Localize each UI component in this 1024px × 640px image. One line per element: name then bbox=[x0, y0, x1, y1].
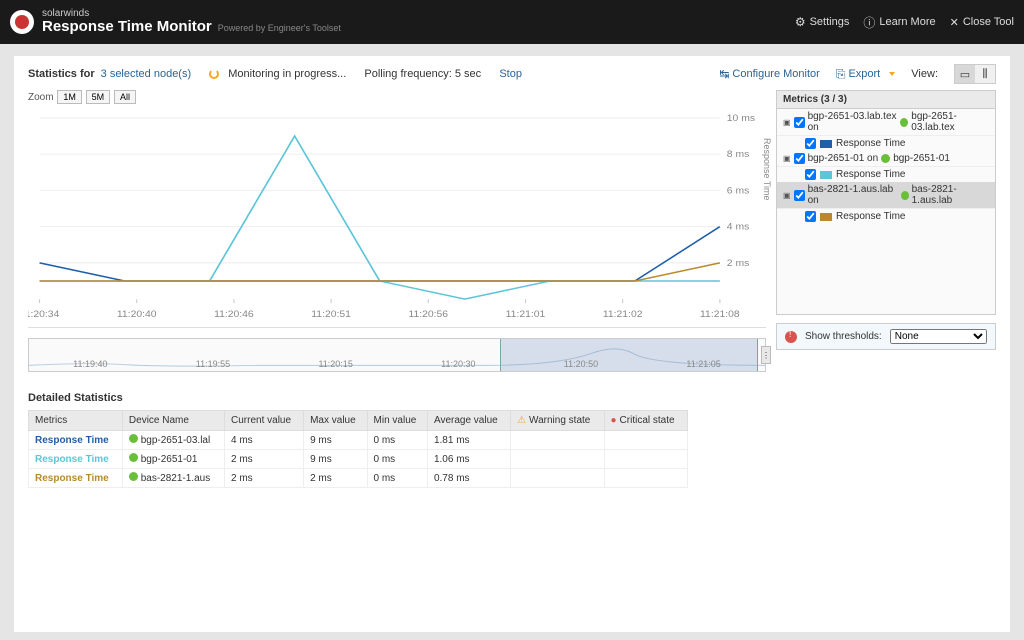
svg-text:11:20:51: 11:20:51 bbox=[311, 310, 351, 320]
brand-title: Response Time Monitor bbox=[42, 19, 212, 36]
svg-text:11:21:08: 11:21:08 bbox=[700, 310, 740, 320]
collapse-icon[interactable]: ▣ bbox=[783, 154, 791, 163]
table-header[interactable]: Max value bbox=[304, 411, 367, 431]
thresholds-bar: Show thresholds: None bbox=[776, 323, 996, 350]
brand-block: solarwinds Response Time Monitor Powered… bbox=[42, 8, 341, 36]
metric-link[interactable]: Response Time bbox=[35, 473, 109, 484]
collapse-icon[interactable]: ▣ bbox=[783, 118, 791, 127]
collapse-icon[interactable]: ▣ bbox=[783, 191, 791, 200]
table-header[interactable]: Warning state bbox=[511, 411, 604, 431]
svg-text:11:20:34: 11:20:34 bbox=[28, 310, 60, 320]
stop-link[interactable]: Stop bbox=[499, 68, 522, 80]
status-up-icon bbox=[129, 453, 138, 462]
chevron-down-icon bbox=[889, 72, 895, 76]
table-header[interactable]: Average value bbox=[427, 411, 510, 431]
settings-link[interactable]: Settings bbox=[795, 15, 850, 29]
brand-subtitle: Powered by Engineer's Toolset bbox=[218, 24, 341, 34]
stats-for-label: Statistics for bbox=[28, 68, 95, 80]
export-button[interactable]: Export bbox=[836, 67, 895, 82]
details-title: Detailed Statistics bbox=[28, 392, 996, 404]
svg-text:8 ms: 8 ms bbox=[727, 150, 750, 160]
zoom-controls: Zoom 1M 5M All bbox=[28, 90, 766, 104]
node-checkbox[interactable] bbox=[794, 190, 805, 201]
table-row: Response Time bgp-2651-012 ms9 ms0 ms1.0… bbox=[29, 450, 688, 469]
thresholds-label: Show thresholds: bbox=[805, 331, 882, 342]
details-table: MetricsDevice NameCurrent valueMax value… bbox=[28, 410, 688, 488]
metrics-metric-row[interactable]: Response Time bbox=[777, 136, 995, 151]
polling-frequency: Polling frequency: 5 sec bbox=[364, 68, 481, 80]
stats-toolbar: Statistics for 3 selected node(s) Monito… bbox=[28, 64, 996, 84]
response-time-chart[interactable]: 10 ms 8 ms 6 ms 4 ms 2 ms 11:20:34 11:20:40 11:… bbox=[28, 108, 766, 328]
svg-text:2 ms: 2 ms bbox=[727, 258, 750, 268]
status-up-icon bbox=[129, 472, 138, 481]
metrics-panel: Metrics (3 / 3) ▣bgp-2651-03.lab.tex on … bbox=[776, 90, 996, 315]
svg-text:10 ms: 10 ms bbox=[727, 114, 755, 124]
table-header[interactable]: Metrics bbox=[29, 411, 123, 431]
selected-nodes-link[interactable]: 3 selected node(s) bbox=[101, 68, 192, 80]
view-chart-button[interactable]: ▭ bbox=[955, 65, 975, 83]
series-color-swatch bbox=[820, 140, 832, 148]
svg-text:4 ms: 4 ms bbox=[727, 222, 750, 232]
close-tool-link[interactable]: Close Tool bbox=[950, 16, 1014, 29]
metric-link[interactable]: Response Time bbox=[35, 454, 109, 465]
metric-checkbox[interactable] bbox=[805, 169, 816, 180]
titlebar: solarwinds Response Time Monitor Powered… bbox=[0, 0, 1024, 44]
zoom-5m-button[interactable]: 5M bbox=[86, 90, 111, 104]
view-label: View: bbox=[911, 68, 938, 80]
node-checkbox[interactable] bbox=[794, 117, 805, 128]
metric-checkbox[interactable] bbox=[805, 138, 816, 149]
svg-text:11:20:46: 11:20:46 bbox=[214, 310, 254, 320]
svg-text:11:20:56: 11:20:56 bbox=[408, 310, 448, 320]
svg-text:11:20:40: 11:20:40 bbox=[117, 310, 157, 320]
monitoring-status: Monitoring in progress... bbox=[228, 68, 346, 80]
learn-more-link[interactable]: Learn More bbox=[863, 14, 935, 31]
threshold-warning-icon bbox=[785, 331, 797, 343]
table-header[interactable]: Min value bbox=[367, 411, 427, 431]
zoom-all-button[interactable]: All bbox=[114, 90, 136, 104]
metric-link[interactable]: Response Time bbox=[35, 435, 109, 446]
table-row: Response Time bas-2821-1.aus2 ms2 ms0 ms… bbox=[29, 469, 688, 488]
svg-text:6 ms: 6 ms bbox=[727, 186, 750, 196]
app-logo bbox=[10, 10, 34, 34]
metrics-node-row[interactable]: ▣bgp-2651-03.lab.tex on bgp-2651-03.lab.… bbox=[777, 109, 995, 136]
status-up-icon bbox=[900, 118, 908, 127]
metric-checkbox[interactable] bbox=[805, 211, 816, 222]
thresholds-select[interactable]: None bbox=[890, 329, 987, 344]
svg-text:11:21:01: 11:21:01 bbox=[506, 310, 546, 320]
zoom-1m-button[interactable]: 1M bbox=[57, 90, 82, 104]
status-up-icon bbox=[901, 191, 909, 200]
table-header[interactable]: Critical state bbox=[604, 411, 688, 431]
range-handle-right[interactable]: ⋮ bbox=[761, 346, 771, 364]
progress-spinner-icon bbox=[209, 69, 219, 79]
series-color-swatch bbox=[820, 213, 832, 221]
status-up-icon bbox=[881, 154, 890, 163]
metrics-metric-row[interactable]: Response Time bbox=[777, 167, 995, 182]
table-row: Response Time bgp-2651-03.lal4 ms9 ms0 m… bbox=[29, 431, 688, 450]
metrics-panel-header: Metrics (3 / 3) bbox=[777, 91, 995, 109]
range-overview-strip[interactable]: 11:19:4011:19:5511:20:1511:20:3011:20:50… bbox=[28, 338, 766, 372]
svg-text:11:21:02: 11:21:02 bbox=[603, 310, 643, 320]
configure-monitor-button[interactable]: Configure Monitor bbox=[719, 67, 820, 81]
export-icon bbox=[836, 67, 846, 82]
status-up-icon bbox=[129, 434, 138, 443]
view-bar-button[interactable]: ⫼ bbox=[975, 65, 995, 83]
warning-icon bbox=[517, 415, 529, 426]
series-color-swatch bbox=[820, 171, 832, 179]
metrics-node-row[interactable]: ▣bas-2821-1.aus.lab on bas-2821-1.aus.la… bbox=[777, 182, 995, 209]
table-header[interactable]: Current value bbox=[225, 411, 304, 431]
critical-icon bbox=[611, 415, 620, 426]
chart-y-axis-label: Response Time bbox=[762, 138, 772, 201]
metrics-metric-row[interactable]: Response Time bbox=[777, 209, 995, 224]
table-header[interactable]: Device Name bbox=[122, 411, 224, 431]
configure-icon bbox=[719, 67, 729, 81]
metrics-node-row[interactable]: ▣bgp-2651-01 on bgp-2651-01 bbox=[777, 151, 995, 167]
node-checkbox[interactable] bbox=[794, 153, 805, 164]
